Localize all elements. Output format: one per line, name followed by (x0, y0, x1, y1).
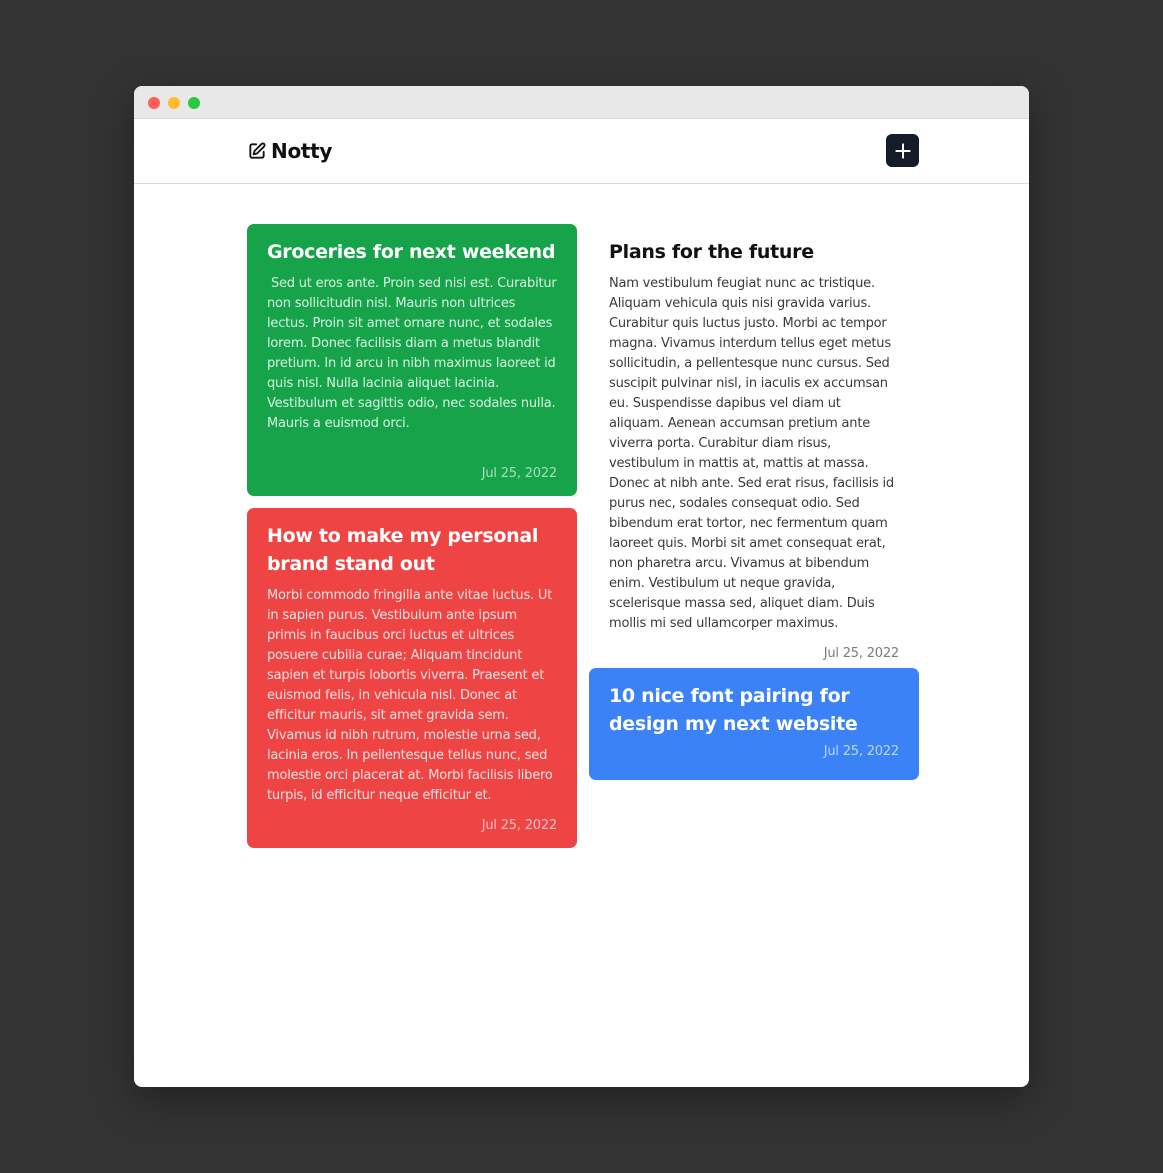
brand[interactable]: Notty (247, 139, 332, 163)
note-title: 10 nice font pairing for design my next … (609, 685, 858, 735)
note-card[interactable]: How to make my personal brand stand out … (247, 508, 577, 848)
note-card[interactable]: 10 nice font pairing for design my next … (589, 668, 919, 780)
note-body: Sed ut eros ante. Proin sed nisi est. Cu… (267, 276, 561, 431)
note-title: How to make my personal brand stand out (267, 525, 539, 575)
app-title: Notty (271, 139, 333, 163)
minimize-window-button[interactable] (168, 97, 180, 109)
note-card[interactable]: Plans for the future Nam vestibulum feug… (589, 224, 919, 661)
note-date: Jul 25, 2022 (823, 646, 900, 661)
add-note-button[interactable] (886, 134, 919, 167)
maximize-window-button[interactable] (188, 97, 200, 109)
close-window-button[interactable] (148, 97, 160, 109)
app-header: Notty (134, 119, 1029, 184)
notes-board: Groceries for next weekend Sed ut eros a… (134, 184, 1029, 1084)
note-body: Morbi commodo fringilla ante vitae luctu… (267, 588, 553, 803)
note-title: Plans for the future (609, 241, 814, 263)
note-date: Jul 25, 2022 (481, 466, 558, 481)
note-body: Nam vestibulum feugiat nunc ac tristique… (609, 276, 894, 631)
notes-column-right: Plans for the future Nam vestibulum feug… (589, 224, 919, 780)
note-card[interactable]: Groceries for next weekend Sed ut eros a… (247, 224, 577, 496)
window-titlebar (134, 86, 1029, 119)
note-date: Jul 25, 2022 (481, 818, 558, 833)
app-window: Notty Groceries for next weekend Sed ut … (134, 86, 1029, 1087)
note-title: Groceries for next weekend (267, 241, 556, 263)
plus-icon (893, 141, 913, 161)
note-date: Jul 25, 2022 (823, 744, 900, 759)
notes-column-left: Groceries for next weekend Sed ut eros a… (247, 224, 577, 848)
edit-note-icon (247, 141, 267, 161)
